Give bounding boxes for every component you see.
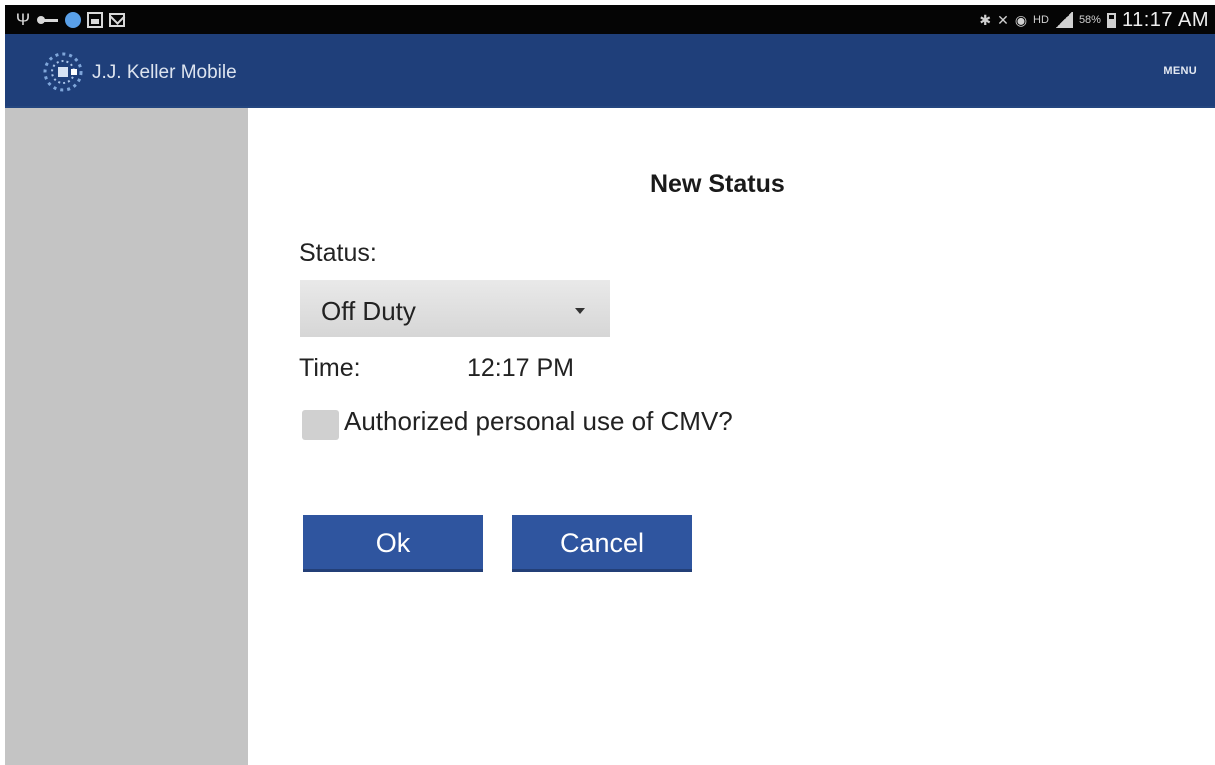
- cancel-button[interactable]: Cancel: [512, 515, 692, 572]
- personal-use-label[interactable]: Authorized personal use of CMV?: [344, 406, 733, 437]
- personal-use-checkbox[interactable]: [302, 410, 339, 440]
- system-indicators: ✱ ✕ ◉ HD 58% 11:17 AM: [979, 8, 1209, 32]
- app-logo-icon: [43, 52, 83, 92]
- wifi-icon: ◉: [1014, 12, 1028, 28]
- system-status-bar: Ψ ✱ ✕ ◉ HD 58% 11:17 AM: [5, 5, 1215, 34]
- menu-button[interactable]: MENU: [1163, 65, 1197, 77]
- time-label: Time:: [299, 354, 361, 382]
- mute-icon: ✕: [997, 12, 1009, 28]
- key-icon: [37, 12, 59, 28]
- time-value: 12:17 PM: [467, 354, 575, 382]
- ok-button[interactable]: Ok: [303, 515, 483, 572]
- signal-icon: [1054, 12, 1073, 28]
- gallery-icon: [87, 12, 103, 28]
- battery-icon: [1106, 12, 1116, 28]
- app-title: J.J. Keller Mobile: [92, 62, 237, 83]
- notification-icons: Ψ: [15, 10, 125, 30]
- new-status-dialog: New Status Status: Off Duty Time: 12:17 …: [248, 108, 1215, 765]
- clock: 11:17 AM: [1121, 8, 1209, 31]
- status-label: Status:: [299, 239, 377, 267]
- usb-icon: Ψ: [15, 10, 31, 29]
- battery-percent: 58%: [1078, 14, 1101, 26]
- dialog-title: New Status: [650, 170, 785, 198]
- network-type-label: HD: [1033, 14, 1049, 26]
- globe-icon: [65, 12, 81, 28]
- status-dropdown[interactable]: Off Duty: [300, 280, 610, 337]
- status-selected-value: Off Duty: [321, 296, 416, 326]
- mail-icon: [109, 13, 125, 27]
- app-action-bar: J.J. Keller Mobile MENU: [5, 34, 1215, 108]
- dropdown-arrow-icon: [575, 308, 585, 314]
- bluetooth-icon: ✱: [979, 12, 992, 28]
- sidebar-panel: [5, 108, 248, 765]
